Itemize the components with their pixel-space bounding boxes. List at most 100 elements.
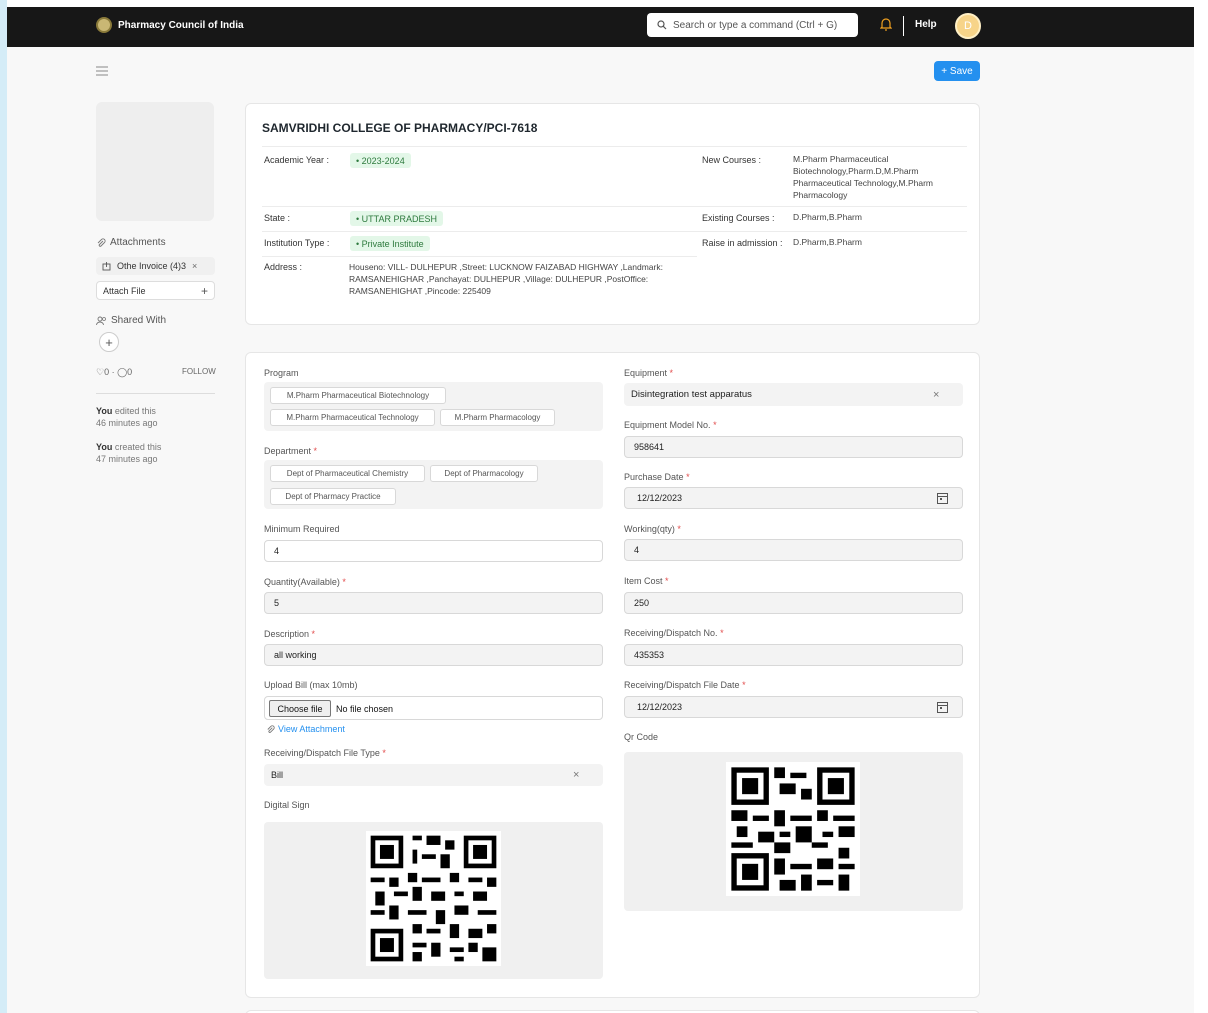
equipment-model-input[interactable]: 958641 bbox=[624, 436, 963, 458]
search-input[interactable]: Search or type a command (Ctrl + G) bbox=[647, 13, 858, 37]
activity-item: You edited this 46 minutes ago bbox=[96, 405, 158, 429]
activity-action: edited this bbox=[112, 406, 156, 416]
sidebar-image-placeholder[interactable] bbox=[96, 102, 214, 221]
min-required-input[interactable]: 4 bbox=[264, 540, 603, 562]
equipment-label: Equipment * bbox=[624, 368, 673, 378]
activity-time: 46 minutes ago bbox=[96, 418, 158, 428]
qr-code-frame bbox=[726, 762, 860, 896]
department-label-text: Department bbox=[264, 446, 312, 456]
required-mark: * bbox=[311, 629, 316, 639]
academic-year-label: Academic Year : bbox=[264, 155, 330, 165]
academic-year-tag: • 2023-2024 bbox=[350, 153, 411, 168]
required-mark: * bbox=[313, 446, 318, 456]
equipment-model-label: Equipment Model No. * bbox=[624, 420, 717, 430]
state-label: State : bbox=[264, 213, 291, 223]
dispatch-no-label-text: Receiving/Dispatch No. bbox=[624, 628, 718, 638]
right-gutter bbox=[1194, 0, 1208, 1013]
institution-type-tag: • Private Institute bbox=[350, 236, 430, 251]
divider bbox=[262, 256, 697, 257]
purchase-date-label-text: Purchase Date bbox=[624, 472, 684, 482]
department-chip[interactable]: Dept of Pharmacy Practice bbox=[270, 488, 396, 505]
raise-admission-label: Raise in admission : bbox=[702, 238, 783, 248]
institution-type-value: Private Institute bbox=[361, 238, 424, 249]
activity-user[interactable]: You bbox=[96, 442, 112, 452]
dispatch-no-input[interactable]: 435353 bbox=[624, 644, 963, 666]
view-attachment-label: View Attachment bbox=[278, 724, 345, 734]
dispatch-file-type-select[interactable]: Bill bbox=[264, 764, 603, 786]
choose-file-button[interactable]: Choose file bbox=[269, 700, 331, 717]
activity-item: You created this 47 minutes ago bbox=[96, 441, 161, 465]
bell-icon[interactable] bbox=[880, 18, 892, 31]
attach-file-label: Attach File bbox=[103, 285, 146, 296]
attachments-label: Attachments bbox=[110, 237, 166, 248]
working-qty-label: Working(qty) * bbox=[624, 524, 681, 534]
search-icon bbox=[657, 20, 667, 30]
shared-with-heading: Shared With bbox=[96, 315, 166, 326]
navbar: Pharmacy Council of India Search or type… bbox=[7, 7, 1194, 47]
purchase-date-label: Purchase Date * bbox=[624, 472, 690, 482]
clear-icon[interactable]: × bbox=[573, 769, 579, 781]
brand-link[interactable]: Pharmacy Council of India bbox=[96, 17, 244, 33]
item-cost-label: Item Cost * bbox=[624, 576, 669, 586]
department-chip[interactable]: Dept of Pharmacology bbox=[430, 465, 538, 482]
equipment-select[interactable]: Disintegration test apparatus bbox=[624, 383, 963, 406]
dispatch-date-input[interactable]: 12/12/2023 bbox=[624, 696, 963, 718]
address-value: Houseno: VILL- DULHEPUR ,Street: LUCKNOW… bbox=[349, 262, 663, 296]
shared-with-label: Shared With bbox=[111, 315, 167, 326]
required-mark: * bbox=[742, 680, 746, 690]
remove-attachment-icon[interactable]: × bbox=[192, 261, 197, 271]
state-value: UTTAR PRADESH bbox=[361, 213, 437, 224]
required-mark: * bbox=[342, 577, 346, 587]
help-menu[interactable]: Help bbox=[915, 19, 937, 30]
no-file-text: No file chosen bbox=[336, 704, 394, 714]
attachment-pill[interactable]: Othe Invoice (4)3 × bbox=[96, 257, 215, 275]
activity-user[interactable]: You bbox=[96, 406, 112, 416]
purchase-date-input[interactable]: 12/12/2023 bbox=[624, 487, 963, 509]
state-tag: • UTTAR PRADESH bbox=[350, 211, 443, 226]
item-cost-label-text: Item Cost bbox=[624, 576, 663, 586]
description-input[interactable]: all working bbox=[264, 644, 603, 666]
digital-sign-qr-code bbox=[370, 835, 497, 962]
divider bbox=[262, 231, 967, 232]
dispatch-file-type-label-text: Receiving/Dispatch File Type bbox=[264, 748, 380, 758]
purchase-date-value: 12/12/2023 bbox=[637, 493, 683, 503]
add-share-button[interactable]: + bbox=[99, 332, 119, 352]
save-button[interactable]: + Save bbox=[934, 61, 980, 81]
file-icon bbox=[102, 261, 111, 270]
item-cost-input[interactable]: 250 bbox=[624, 592, 963, 614]
attach-file-button[interactable]: Attach File + bbox=[96, 281, 215, 300]
upload-bill-label: Upload Bill (max 10mb) bbox=[264, 680, 358, 690]
academic-year-value: 2023-2024 bbox=[361, 155, 405, 166]
attachments-heading: Attachments bbox=[96, 237, 166, 248]
qty-available-input[interactable]: 5 bbox=[264, 592, 603, 614]
document-summary-card: SAMVRIDHI COLLEGE OF PHARMACY/PCI-7618 A… bbox=[245, 103, 980, 325]
dispatch-no-label: Receiving/Dispatch No. * bbox=[624, 628, 724, 638]
working-qty-input[interactable]: 4 bbox=[624, 539, 963, 561]
activity-action: created this bbox=[112, 442, 162, 452]
sidebar-toggle-icon[interactable] bbox=[96, 66, 108, 76]
working-qty-label-text: Working(qty) bbox=[624, 524, 675, 534]
calendar-icon[interactable] bbox=[937, 701, 948, 713]
likes-comments-count[interactable]: ♡0 · ◯0 bbox=[96, 367, 132, 378]
follow-button[interactable]: FOLLOW bbox=[182, 367, 216, 376]
program-chip[interactable]: M.Pharm Pharmacology bbox=[440, 409, 555, 426]
divider bbox=[262, 206, 967, 207]
department-label: Department * bbox=[264, 446, 317, 456]
top-strip bbox=[0, 0, 1208, 7]
equipment-model-label-text: Equipment Model No. bbox=[624, 420, 711, 430]
attachment-name: Othe Invoice (4)3 bbox=[117, 261, 187, 271]
sidebar-divider bbox=[96, 393, 215, 394]
view-attachment-link[interactable]: View Attachment bbox=[266, 724, 345, 734]
dispatch-date-label: Receiving/Dispatch File Date * bbox=[624, 680, 746, 690]
program-chip[interactable]: M.Pharm Pharmaceutical Technology bbox=[270, 409, 435, 426]
clear-icon[interactable]: × bbox=[933, 389, 939, 401]
equipment-label-text: Equipment bbox=[624, 368, 668, 378]
calendar-icon[interactable] bbox=[937, 492, 948, 504]
users-icon bbox=[96, 316, 106, 325]
program-label: Program bbox=[264, 368, 299, 378]
new-courses-value: M.Pharm Pharmaceutical Biotechnology,Pha… bbox=[793, 154, 934, 200]
avatar[interactable]: D bbox=[955, 13, 981, 39]
min-required-label: Minimum Required bbox=[264, 524, 340, 534]
department-chip[interactable]: Dept of Pharmaceutical Chemistry bbox=[270, 465, 425, 482]
program-chip[interactable]: M.Pharm Pharmaceutical Biotechnology bbox=[270, 387, 446, 404]
